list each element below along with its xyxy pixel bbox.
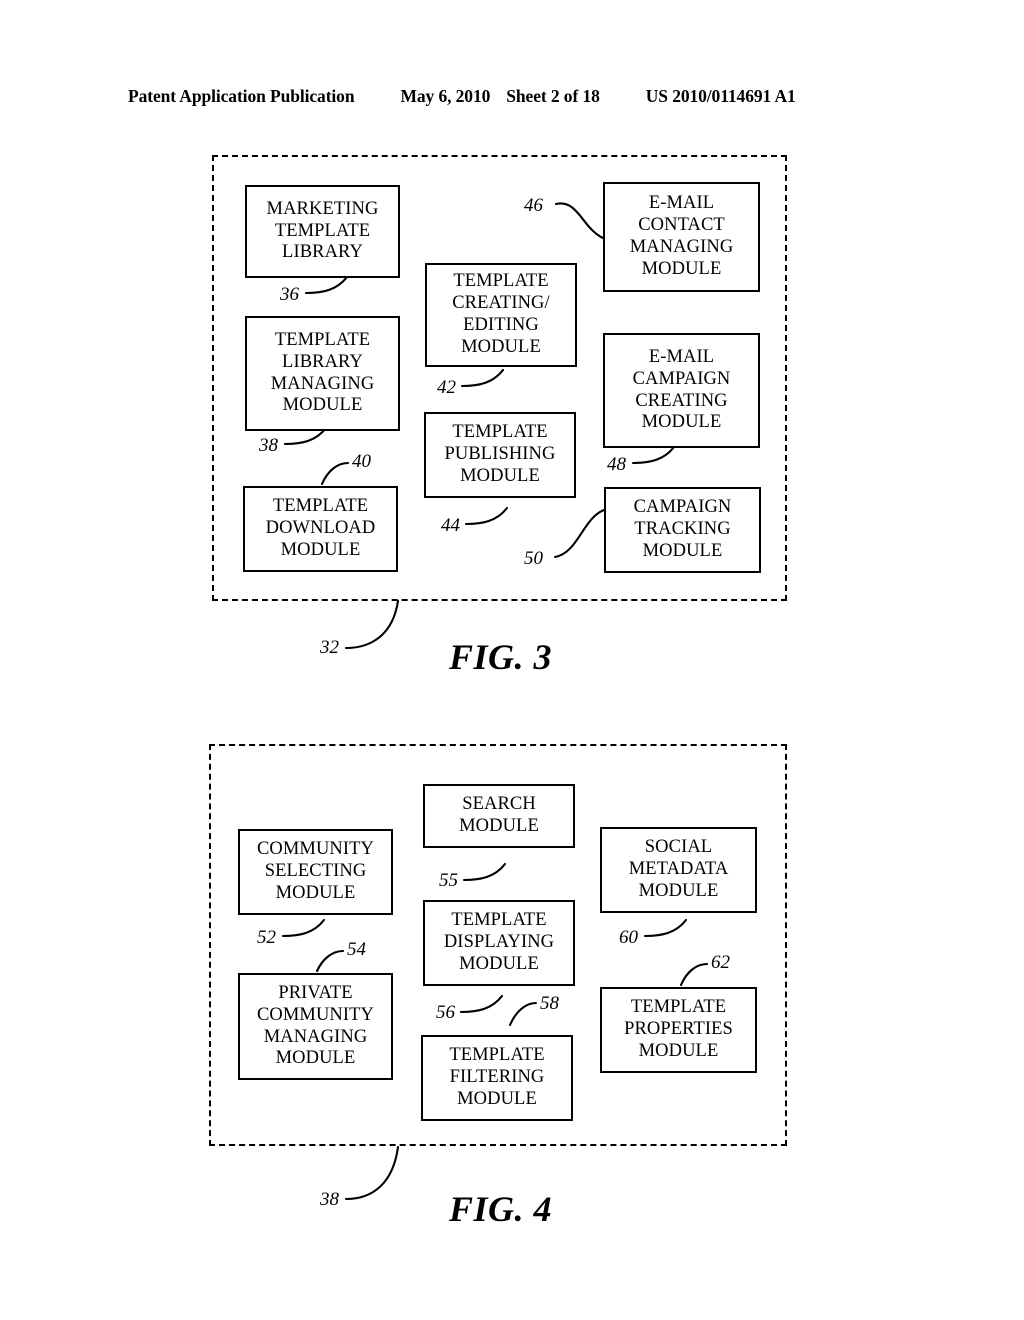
module-template-creating-editing: TEMPLATE CREATING/ EDITING MODULE: [425, 263, 577, 367]
module-line: SEARCH: [462, 794, 536, 815]
module-line: TEMPLATE: [449, 1045, 545, 1066]
reference-numeral-32: 32: [320, 637, 339, 658]
module-line: E-MAIL: [648, 346, 715, 367]
figure-4-caption: FIG. 4: [449, 1189, 553, 1229]
header-document-number: US 2010/0114691 A1: [645, 86, 796, 106]
reference-numeral-44: 44: [441, 515, 460, 536]
module-campaign-tracking: CAMPAIGN TRACKING MODULE: [604, 487, 761, 573]
module-line: LIBRARY: [282, 351, 363, 372]
module-line: TEMPLATE: [451, 910, 547, 931]
module-template-publishing: TEMPLATE PUBLISHING MODULE: [424, 412, 576, 498]
reference-numeral-40: 40: [352, 451, 371, 472]
module-line: PRIVATE: [278, 982, 353, 1003]
module-line: MODULE: [461, 336, 541, 357]
module-line: MODULE: [282, 395, 363, 416]
module-marketing-template-library: MARKETING TEMPLATE LIBRARY: [245, 185, 400, 278]
reference-numeral-38-figure-4: 38: [320, 1189, 339, 1210]
module-line: MODULE: [280, 539, 361, 560]
module-line: TEMPLATE: [272, 496, 369, 517]
module-line: CAMPAIGN: [633, 497, 732, 518]
module-line: TEMPLATE: [274, 220, 371, 241]
module-line: PUBLISHING: [444, 444, 556, 465]
module-line: MODULE: [275, 1048, 356, 1069]
reference-numeral-58: 58: [540, 993, 559, 1014]
module-private-community-managing: PRIVATE COMMUNITY MANAGING MODULE: [238, 973, 393, 1080]
module-line: TEMPLATE: [452, 422, 548, 443]
module-line: CONTACT: [638, 215, 725, 236]
module-line: MODULE: [457, 1088, 537, 1109]
module-line: TEMPLATE: [274, 329, 371, 350]
module-email-campaign-creating: E-MAIL CAMPAIGN CREATING MODULE: [603, 333, 760, 448]
module-template-displaying: TEMPLATE DISPLAYING MODULE: [423, 900, 575, 986]
module-line: MODULE: [641, 412, 722, 433]
module-template-properties: TEMPLATE PROPERTIES MODULE: [600, 987, 757, 1073]
module-line: CREATING: [635, 390, 728, 411]
module-template-filtering: TEMPLATE FILTERING MODULE: [421, 1035, 573, 1121]
module-line: SELECTING: [264, 861, 367, 882]
module-line: PROPERTIES: [624, 1019, 733, 1040]
reference-numeral-50: 50: [524, 548, 543, 569]
module-line: TEMPLATE: [453, 271, 549, 292]
module-line: CREATING/: [452, 293, 550, 314]
reference-numeral-52: 52: [257, 927, 276, 948]
module-template-download: TEMPLATE DOWNLOAD MODULE: [243, 486, 398, 572]
module-line: MANAGING: [263, 1026, 368, 1047]
module-line: MODULE: [460, 465, 540, 486]
module-line: COMMUNITY: [256, 1004, 375, 1025]
module-line: E-MAIL: [648, 193, 715, 214]
module-line: MODULE: [638, 1040, 719, 1061]
reference-numeral-46: 46: [524, 195, 543, 216]
module-line: METADATA: [628, 859, 729, 880]
module-line: MODULE: [459, 953, 539, 974]
header-date-label: May 6, 2010: [400, 86, 491, 106]
module-search: SEARCH MODULE: [423, 784, 575, 848]
reference-numeral-54: 54: [347, 939, 366, 960]
reference-numeral-60: 60: [619, 927, 638, 948]
module-line: MODULE: [638, 880, 719, 901]
module-line: DOWNLOAD: [265, 518, 376, 539]
reference-numeral-48: 48: [607, 454, 626, 475]
page-header: Patent Application Publication May 6, 20…: [128, 86, 896, 110]
module-line: MODULE: [642, 540, 723, 561]
header-publication-label: Patent Application Publication: [128, 86, 355, 106]
module-line: DISPLAYING: [443, 932, 555, 953]
header-sheet-label: Sheet 2 of 18: [506, 86, 600, 106]
module-line: SOCIAL: [644, 837, 713, 858]
module-line: MODULE: [459, 816, 539, 836]
module-email-contact-managing: E-MAIL CONTACT MANAGING MODULE: [603, 182, 760, 292]
module-community-selecting: COMMUNITY SELECTING MODULE: [238, 829, 393, 915]
module-line: TEMPLATE: [630, 997, 727, 1018]
reference-numeral-38: 38: [259, 435, 278, 456]
module-line: MODULE: [641, 258, 722, 279]
figure-3-caption: FIG. 3: [449, 637, 553, 677]
module-line: MODULE: [275, 882, 356, 903]
reference-numeral-42: 42: [437, 377, 456, 398]
reference-numeral-56: 56: [436, 1002, 455, 1023]
reference-numeral-62: 62: [711, 952, 730, 973]
module-line: MANAGING: [629, 237, 734, 257]
module-line: CAMPAIGN: [632, 368, 731, 389]
module-line: COMMUNITY: [256, 839, 375, 860]
module-line: MANAGING: [270, 373, 375, 394]
module-line: EDITING: [463, 315, 539, 335]
module-line: MARKETING: [266, 198, 379, 219]
module-line: FILTERING: [449, 1067, 545, 1088]
module-line: LIBRARY: [282, 242, 363, 263]
reference-numeral-55: 55: [439, 870, 458, 891]
reference-numeral-36: 36: [280, 284, 299, 305]
module-social-metadata: SOCIAL METADATA MODULE: [600, 827, 757, 913]
module-line: TRACKING: [634, 519, 731, 540]
module-template-library-managing: TEMPLATE LIBRARY MANAGING MODULE: [245, 316, 400, 431]
